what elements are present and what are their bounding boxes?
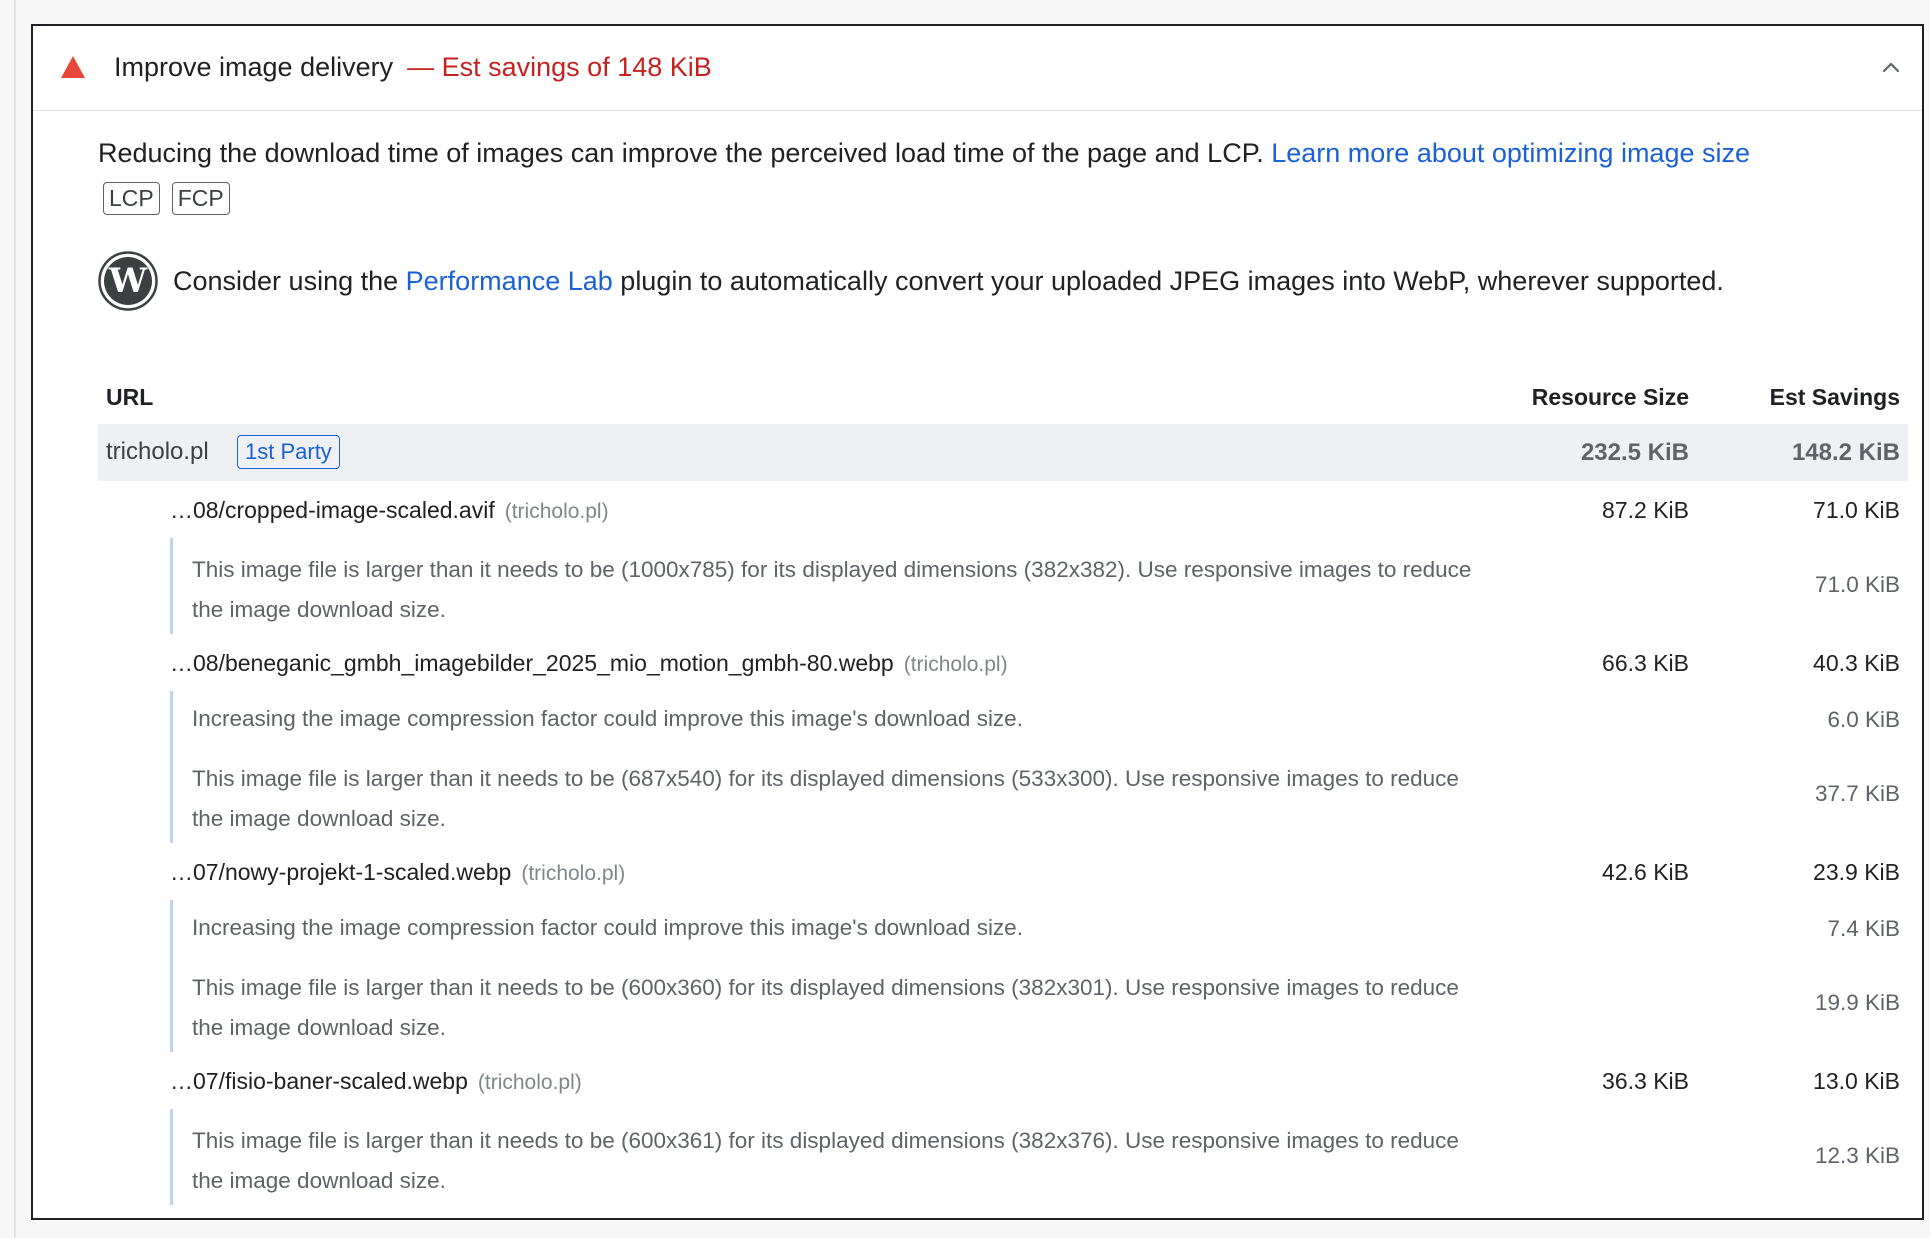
resource-est-savings: 40.3 KiB [1813, 650, 1900, 676]
resource-url[interactable]: …08/cropped-image-scaled.avif (tricholo.p… [170, 497, 609, 524]
sub-item-text: This image file is larger than it needs … [192, 1128, 1459, 1193]
resource-est-savings: 71.0 KiB [1813, 497, 1900, 523]
resource-est-savings: 13.0 KiB [1813, 1068, 1900, 1094]
sub-item-row: Increasing the image compression factor … [173, 900, 1908, 956]
entity-resource-size: 232.5 KiB [1580, 439, 1689, 466]
sub-item-savings: 7.4 KiB [1827, 916, 1900, 941]
sub-items: Increasing the image compression factor … [170, 691, 1908, 843]
sub-item-row: This image file is larger than it needs … [173, 1109, 1908, 1205]
sub-item-savings: 6.0 KiB [1827, 707, 1900, 732]
resource-url[interactable]: …07/fisio-baner-scaled.webp (tricholo.pl) [170, 1068, 582, 1095]
audit-description: Reducing the download time of images can… [98, 129, 1898, 178]
plugin-text: Consider using the Performance Lab plugi… [173, 266, 1724, 297]
sub-items: This image file is larger than it needs … [170, 1109, 1908, 1205]
resource-size: 66.3 KiB [1602, 650, 1689, 676]
resource-origin: (tricholo.pl) [477, 1071, 582, 1094]
stack-pack-hint: W Consider using the Performance Lab plu… [98, 251, 1724, 311]
audit-panel: Improve image delivery — Est savings of 1… [31, 24, 1924, 1220]
plugin-suffix: plugin to automatically convert your upl… [620, 265, 1724, 296]
column-header-est-savings: Est Savings [1769, 384, 1900, 410]
entity-est-savings: 148.2 KiB [1791, 439, 1900, 466]
audit-title-text: Improve image delivery [114, 52, 394, 82]
resource-size: 42.6 KiB [1602, 859, 1689, 885]
svg-text:W: W [108, 261, 148, 301]
resource-size: 87.2 KiB [1602, 497, 1689, 523]
plugin-prefix: Consider using the [173, 265, 399, 296]
left-divider [14, 0, 16, 1238]
resource-url[interactable]: …07/nowy-projekt-1-scaled.webp (tricholo.… [170, 859, 625, 886]
sub-item-savings: 19.9 KiB [1814, 990, 1900, 1015]
sub-item-row: This image file is larger than it needs … [173, 538, 1908, 634]
sub-item-savings: 12.3 KiB [1814, 1143, 1900, 1168]
table-row: …08/beneganic_gmbh_imagebilder_2025_mio_… [98, 634, 1908, 691]
first-party-badge: 1st Party [237, 435, 340, 469]
metric-tag-fcp: FCP [171, 182, 230, 215]
table-row: …07/nowy-projekt-1-scaled.webp (tricholo.… [98, 843, 1908, 900]
sub-item-savings: 37.7 KiB [1814, 781, 1900, 806]
warning-triangle-icon [61, 56, 85, 78]
column-header-resource-size: Resource Size [1531, 384, 1689, 410]
learn-more-link[interactable]: Learn more about optimizing image size [1271, 138, 1750, 168]
resource-size: 36.3 KiB [1602, 1068, 1689, 1094]
metric-tags: LCP FCP [103, 182, 230, 215]
resource-url[interactable]: …08/beneganic_gmbh_imagebilder_2025_mio_… [170, 650, 1008, 677]
table-header: URL Resource Size Est Savings [98, 368, 1908, 424]
resource-origin: (tricholo.pl) [504, 500, 609, 523]
details-table: URL Resource Size Est Savings tricholo.p… [98, 368, 1908, 1205]
sub-items: This image file is larger than it needs … [170, 538, 1908, 634]
entity-name: tricholo.pl [106, 438, 209, 465]
table-row: …07/fisio-baner-scaled.webp (tricholo.pl)… [98, 1052, 1908, 1109]
entity-group-row: tricholo.pl 1st Party 232.5 KiB 148.2 Ki… [98, 424, 1908, 481]
resource-url-text: …07/fisio-baner-scaled.webp [170, 1068, 468, 1094]
column-header-url: URL [106, 384, 154, 410]
sub-item-savings: 71.0 KiB [1814, 572, 1900, 597]
sub-item-text: This image file is larger than it needs … [192, 557, 1472, 622]
resource-url-text: …08/cropped-image-scaled.avif [170, 497, 495, 523]
sub-item-text: Increasing the image compression factor … [192, 915, 1023, 940]
resource-origin: (tricholo.pl) [521, 862, 626, 885]
sub-item-text: This image file is larger than it needs … [192, 975, 1459, 1040]
audit-title: Improve image delivery — Est savings of 1… [114, 52, 712, 83]
wordpress-icon: W [98, 251, 158, 311]
sub-item-row: This image file is larger than it needs … [173, 747, 1908, 843]
audit-savings: — Est savings of 148 KiB [407, 52, 712, 82]
sub-item-text: This image file is larger than it needs … [192, 766, 1459, 831]
audit-header[interactable]: Improve image delivery — Est savings of 1… [33, 26, 1922, 111]
page: Improve image delivery — Est savings of 1… [0, 0, 1930, 1238]
sub-item-row: This image file is larger than it needs … [173, 956, 1908, 1052]
resource-origin: (tricholo.pl) [903, 653, 1008, 676]
sub-items: Increasing the image compression factor … [170, 900, 1908, 1052]
resource-url-text: …07/nowy-projekt-1-scaled.webp [170, 859, 512, 885]
sub-item-row: Increasing the image compression factor … [173, 691, 1908, 747]
performance-lab-link[interactable]: Performance Lab [406, 266, 613, 296]
chevron-up-icon[interactable] [1876, 52, 1906, 82]
resource-est-savings: 23.9 KiB [1813, 859, 1900, 885]
table-row: …08/cropped-image-scaled.avif (tricholo.p… [98, 481, 1908, 538]
metric-tag-lcp: LCP [103, 182, 160, 215]
resource-url-text: …08/beneganic_gmbh_imagebilder_2025_mio_… [170, 650, 894, 676]
sub-item-text: Increasing the image compression factor … [192, 706, 1023, 731]
description-text: Reducing the download time of images can… [98, 138, 1264, 168]
